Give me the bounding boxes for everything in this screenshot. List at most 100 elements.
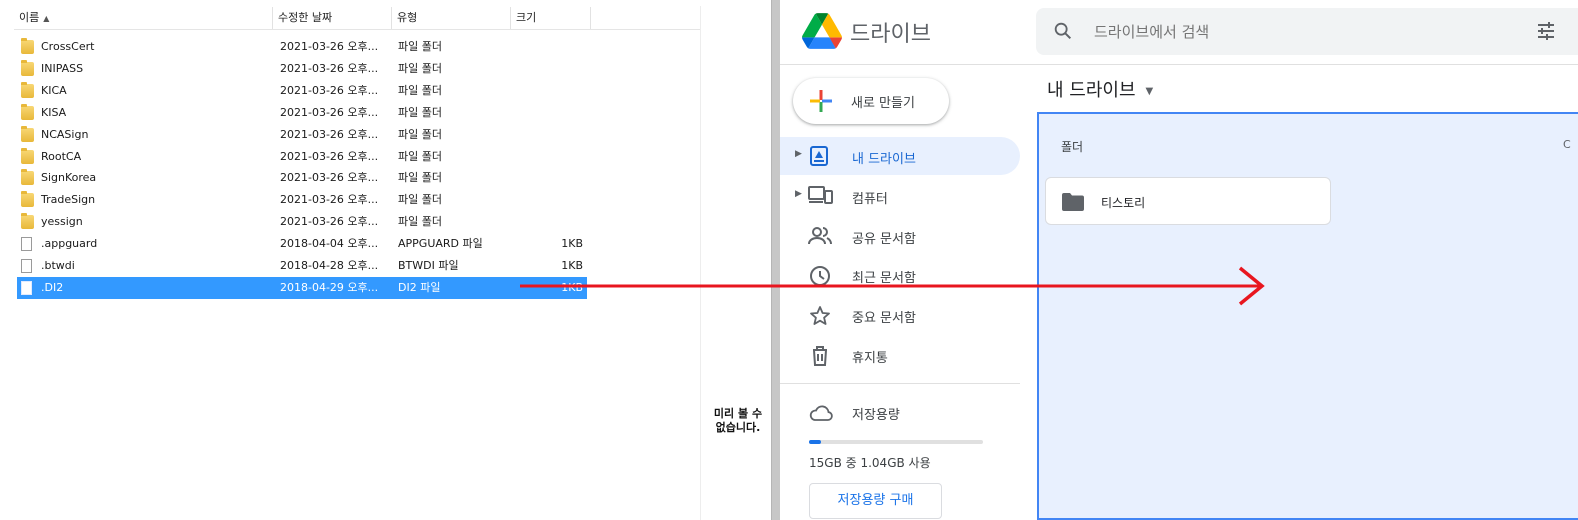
file-type: APPGUARD 파일	[398, 237, 483, 251]
file-type: 파일 폴더	[398, 61, 442, 75]
file-name: NCASign	[41, 127, 89, 141]
folders-section-label: 폴더	[1061, 140, 1084, 154]
sidebar-item-label: 컴퓨터	[852, 191, 888, 207]
search-options-icon[interactable]	[1536, 21, 1556, 41]
file-date: 2021-03-26 오후...	[280, 171, 379, 185]
file-name: KICA	[41, 83, 67, 97]
folder-icon	[21, 147, 34, 164]
file-date: 2021-03-26 오후...	[280, 40, 379, 53]
folder-row[interactable]: KICA 2021-03-26 오후... 파일 폴더	[17, 80, 587, 102]
sidebar-item-computers[interactable]: ▶ 컴퓨터	[780, 177, 1020, 215]
sidebar-item-trash[interactable]: 휴지통	[780, 336, 1020, 374]
folder-icon	[1062, 193, 1084, 211]
file-date: 2018-04-04 오후...	[280, 237, 379, 251]
new-button[interactable]: 새로 만들기	[793, 78, 949, 124]
shared-icon	[808, 225, 832, 251]
sort-ascending-icon: ▲	[43, 14, 50, 23]
file-date: 2021-03-26 오후...	[280, 127, 379, 141]
expand-caret-icon[interactable]: ▶	[795, 149, 802, 159]
preview-divider	[700, 6, 701, 520]
file-type: 파일 폴더	[398, 215, 442, 229]
column-header-name[interactable]: 이름 ▲	[14, 7, 273, 29]
file-name: yessign	[41, 215, 83, 229]
folder-icon	[21, 125, 34, 142]
trash-icon	[808, 344, 832, 372]
file-type: DI2 파일	[398, 280, 441, 294]
folder-row[interactable]: KISA 2021-03-26 오후... 파일 폴더	[17, 102, 587, 124]
folder-card[interactable]: 티스토리	[1045, 177, 1331, 225]
folder-icon	[21, 59, 34, 76]
column-header-date[interactable]: 수정한 날짜	[273, 7, 392, 29]
recent-icon	[808, 264, 832, 292]
sidebar-divider	[780, 383, 1020, 384]
folder-icon	[21, 213, 34, 230]
sidebar-item-label: 공유 문서함	[852, 231, 916, 247]
file-type: 파일 폴더	[398, 149, 442, 163]
new-button-label: 새로 만들기	[851, 96, 915, 111]
folder-icon	[21, 191, 34, 208]
file-date: 2021-03-26 오후...	[280, 61, 379, 75]
column-header-row: 이름 ▲ 수정한 날짜 유형 크기	[14, 7, 700, 30]
file-name: INIPASS	[41, 61, 84, 75]
folder-name: 티스토리	[1101, 196, 1146, 210]
storage-usage-bar	[809, 440, 983, 444]
column-name-label: 이름	[19, 11, 40, 24]
file-name: .appguard	[41, 237, 98, 251]
search-bar[interactable]	[1036, 8, 1578, 55]
sidebar-item-label: 휴지통	[852, 351, 888, 366]
file-row[interactable]: .DI2 2018-04-29 오후... DI2 파일 1KB	[17, 276, 587, 299]
expand-caret-icon[interactable]: ▶	[795, 189, 802, 199]
file-date: 2021-03-26 오후...	[280, 105, 379, 119]
my-drive-icon	[808, 145, 830, 171]
file-name: RootCA	[41, 149, 82, 163]
file-name: TradeSign	[41, 193, 96, 207]
drive-brand-title[interactable]: 드라이브	[850, 16, 931, 48]
folder-row[interactable]: NCASign 2021-03-26 오후... 파일 폴더	[17, 124, 587, 146]
sidebar-item-star[interactable]: 중요 문서함	[780, 296, 1020, 334]
folder-row[interactable]: TradeSign 2021-03-26 오후... 파일 폴더	[17, 189, 587, 211]
storage-usage-fill	[809, 440, 821, 444]
column-header-size[interactable]: 크기	[511, 7, 591, 29]
dropdown-arrow-icon: ▼	[1145, 85, 1154, 97]
search-icon[interactable]	[1052, 20, 1074, 42]
sidebar-item-my-drive[interactable]: ▶ 내 드라이브	[780, 137, 1020, 175]
my-drive-title-dropdown[interactable]: 내 드라이브 ▼	[1047, 76, 1153, 102]
file-name: KISA	[41, 105, 67, 119]
sidebar-item-label: 내 드라이브	[852, 152, 916, 167]
sidebar-item-shared[interactable]: 공유 문서함	[780, 217, 1020, 255]
drive-top-bar: 드라이브	[780, 0, 1578, 65]
folder-row[interactable]: CrossCert 2021-03-26 오후... 파일 폴더	[17, 36, 587, 58]
folder-row[interactable]: RootCA 2021-03-26 오후... 파일 폴더	[17, 146, 587, 168]
file-row[interactable]: .appguard 2018-04-04 오후... APPGUARD 파일 1KB	[17, 233, 587, 255]
column-size-label: 크기	[516, 11, 537, 24]
file-size: 1KB	[561, 237, 583, 251]
file-name: .btwdi	[41, 259, 75, 272]
file-row[interactable]: .btwdi 2018-04-28 오후... BTWDI 파일 1KB	[17, 255, 587, 277]
drop-zone[interactable]: 폴더 C 티스토리	[1037, 112, 1578, 520]
column-date-label: 수정한 날짜	[278, 11, 333, 24]
folder-row[interactable]: yessign 2021-03-26 오후... 파일 폴더	[17, 211, 587, 233]
column-header-type[interactable]: 유형	[392, 7, 511, 29]
buy-storage-button[interactable]: 저장용량 구매	[809, 483, 942, 519]
folder-row[interactable]: SignKorea 2021-03-26 오후... 파일 폴더	[17, 167, 587, 189]
file-size: 1KB	[561, 280, 583, 294]
folder-row[interactable]: INIPASS 2021-03-26 오후... 파일 폴더	[17, 58, 587, 80]
file-type: BTWDI 파일	[398, 259, 459, 272]
search-input[interactable]	[1092, 19, 1516, 45]
file-type: 파일 폴더	[398, 83, 442, 97]
file-date: 2021-03-26 오후...	[280, 83, 379, 97]
sidebar-item-recent[interactable]: 최근 문서함	[780, 256, 1020, 294]
folder-icon	[21, 103, 34, 120]
plus-icon	[810, 90, 832, 112]
main-title-label: 내 드라이브	[1047, 80, 1136, 101]
file-type: 파일 폴더	[398, 193, 442, 207]
storage-usage-text: 15GB 중 1.04GB 사용	[809, 456, 931, 470]
file-type: 파일 폴더	[398, 171, 442, 185]
storage-title[interactable]: 저장용량	[852, 404, 900, 423]
file-date: 2021-03-26 오후...	[280, 149, 379, 163]
file-date: 2021-03-26 오후...	[280, 193, 379, 207]
google-drive-logo-icon[interactable]	[802, 13, 842, 49]
sidebar-item-label: 최근 문서함	[852, 271, 916, 287]
file-type: 파일 폴더	[398, 127, 442, 141]
folder-icon	[21, 169, 34, 186]
